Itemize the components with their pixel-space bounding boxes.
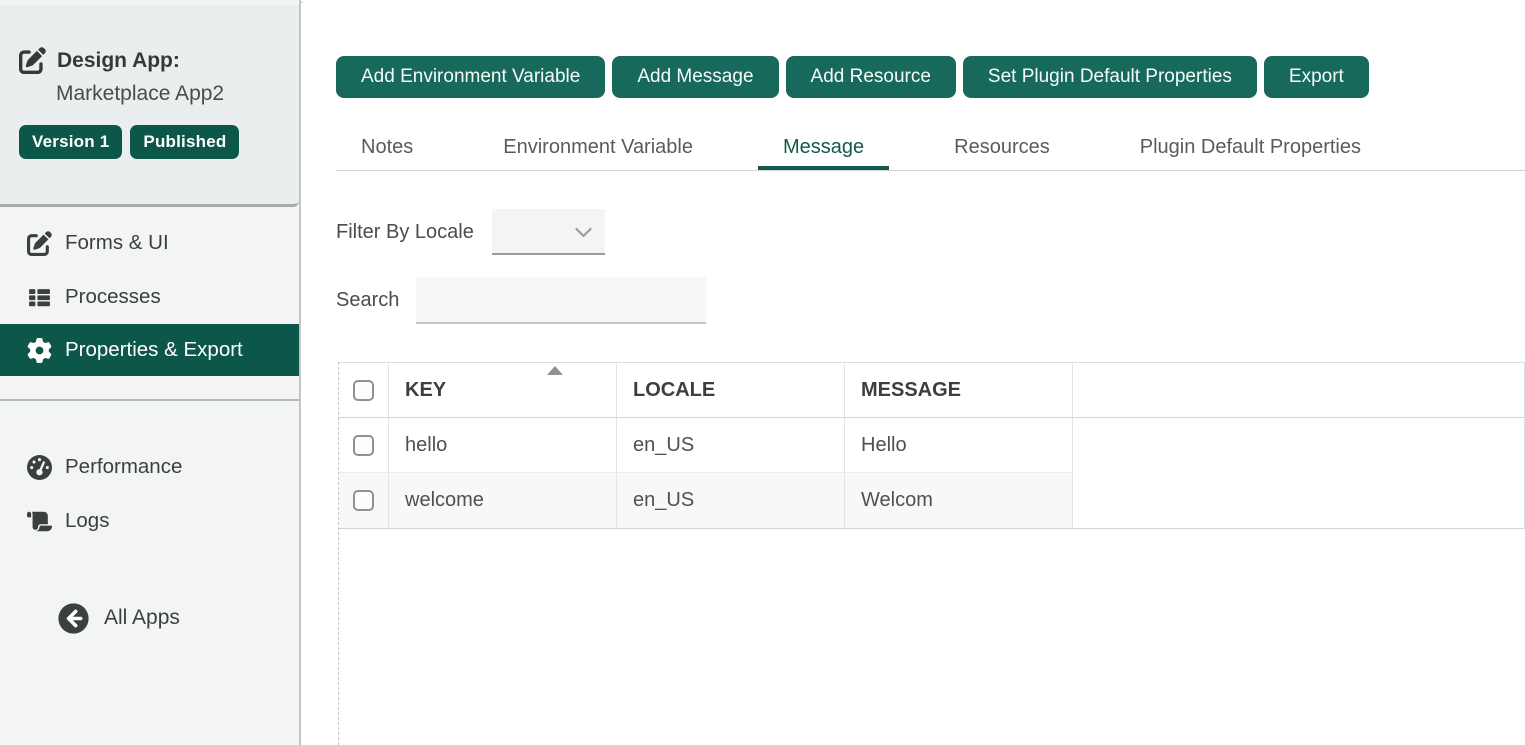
tab-plugin-default-properties[interactable]: Plugin Default Properties bbox=[1115, 127, 1386, 170]
app-card: Design App: Marketplace App2 Version 1 P… bbox=[0, 5, 299, 207]
tab-message[interactable]: Message bbox=[758, 127, 889, 170]
add-message-button[interactable]: Add Message bbox=[612, 56, 778, 98]
sidebar-divider bbox=[0, 399, 299, 401]
select-all-checkbox[interactable] bbox=[353, 380, 374, 401]
list-icon bbox=[27, 285, 52, 310]
table-left-dashed-border bbox=[338, 362, 339, 745]
tab-resources[interactable]: Resources bbox=[929, 127, 1075, 170]
tab-environment-variable[interactable]: Environment Variable bbox=[478, 127, 718, 170]
column-header-actions bbox=[1073, 363, 1524, 418]
table-row-cell bbox=[339, 418, 389, 473]
column-header-message[interactable]: MESSAGE bbox=[845, 363, 1073, 418]
column-header-locale[interactable]: LOCALE bbox=[617, 363, 845, 418]
export-button[interactable]: Export bbox=[1264, 56, 1369, 98]
edit-icon bbox=[27, 231, 52, 256]
app-name: Marketplace App2 bbox=[56, 82, 224, 106]
cell-locale[interactable]: en_US bbox=[617, 418, 845, 473]
cell-key[interactable]: hello bbox=[389, 418, 617, 473]
cell-locale[interactable]: en_US bbox=[617, 473, 845, 528]
gear-icon bbox=[27, 338, 52, 363]
tab-bar: Notes Environment Variable Message Resou… bbox=[336, 127, 1525, 171]
search-input[interactable] bbox=[416, 277, 706, 324]
sidebar: Design App: Marketplace App2 Version 1 P… bbox=[0, 0, 301, 745]
row-checkbox[interactable] bbox=[353, 435, 374, 456]
message-table: KEY LOCALE MESSAGE hello en_US Hello wel… bbox=[339, 362, 1525, 529]
add-resource-button[interactable]: Add Resource bbox=[786, 56, 956, 98]
sidebar-item-label: Performance bbox=[65, 455, 182, 479]
table-row-cell bbox=[339, 473, 389, 528]
gauge-icon bbox=[27, 455, 52, 480]
scroll-icon bbox=[27, 509, 52, 534]
sidebar-item-logs[interactable]: Logs bbox=[0, 504, 299, 538]
sidebar-item-processes[interactable]: Processes bbox=[0, 280, 299, 314]
sidebar-item-label: Forms & UI bbox=[65, 231, 169, 255]
search-label: Search bbox=[336, 289, 399, 312]
sidebar-item-performance[interactable]: Performance bbox=[0, 450, 299, 484]
sidebar-item-label: Processes bbox=[65, 285, 161, 309]
chevron-down-icon bbox=[573, 222, 594, 243]
edit-icon bbox=[19, 47, 46, 74]
sidebar-item-all-apps[interactable]: All Apps bbox=[0, 597, 299, 639]
sidebar-item-label: Properties & Export bbox=[65, 338, 243, 362]
locale-select[interactable] bbox=[492, 209, 605, 255]
arrow-circle-left-icon bbox=[57, 602, 90, 635]
filter-by-locale-label: Filter By Locale bbox=[336, 221, 474, 244]
all-apps-label: All Apps bbox=[104, 606, 180, 630]
app-card-title: Design App: bbox=[57, 49, 180, 73]
column-header-key[interactable]: KEY bbox=[389, 363, 617, 418]
published-badge: Published bbox=[130, 125, 239, 159]
set-plugin-default-properties-button[interactable]: Set Plugin Default Properties bbox=[963, 56, 1257, 98]
select-all-header-cell bbox=[339, 363, 389, 418]
add-environment-variable-button[interactable]: Add Environment Variable bbox=[336, 56, 605, 98]
sidebar-item-label: Logs bbox=[65, 509, 109, 533]
cell-message[interactable]: Hello bbox=[845, 418, 1073, 473]
sort-ascending-icon[interactable] bbox=[547, 366, 563, 375]
sidebar-item-properties-export[interactable]: Properties & Export bbox=[0, 324, 299, 376]
actions-column-empty bbox=[1073, 418, 1524, 528]
row-checkbox[interactable] bbox=[353, 490, 374, 511]
cell-key[interactable]: welcome bbox=[389, 473, 617, 528]
cell-message[interactable]: Welcom bbox=[845, 473, 1073, 528]
toolbar: Add Environment Variable Add Message Add… bbox=[336, 56, 1369, 98]
main-content: Add Environment Variable Add Message Add… bbox=[303, 0, 1525, 745]
version-badge: Version 1 bbox=[19, 125, 122, 159]
tab-notes[interactable]: Notes bbox=[336, 127, 438, 170]
sidebar-item-forms-ui[interactable]: Forms & UI bbox=[0, 226, 299, 260]
